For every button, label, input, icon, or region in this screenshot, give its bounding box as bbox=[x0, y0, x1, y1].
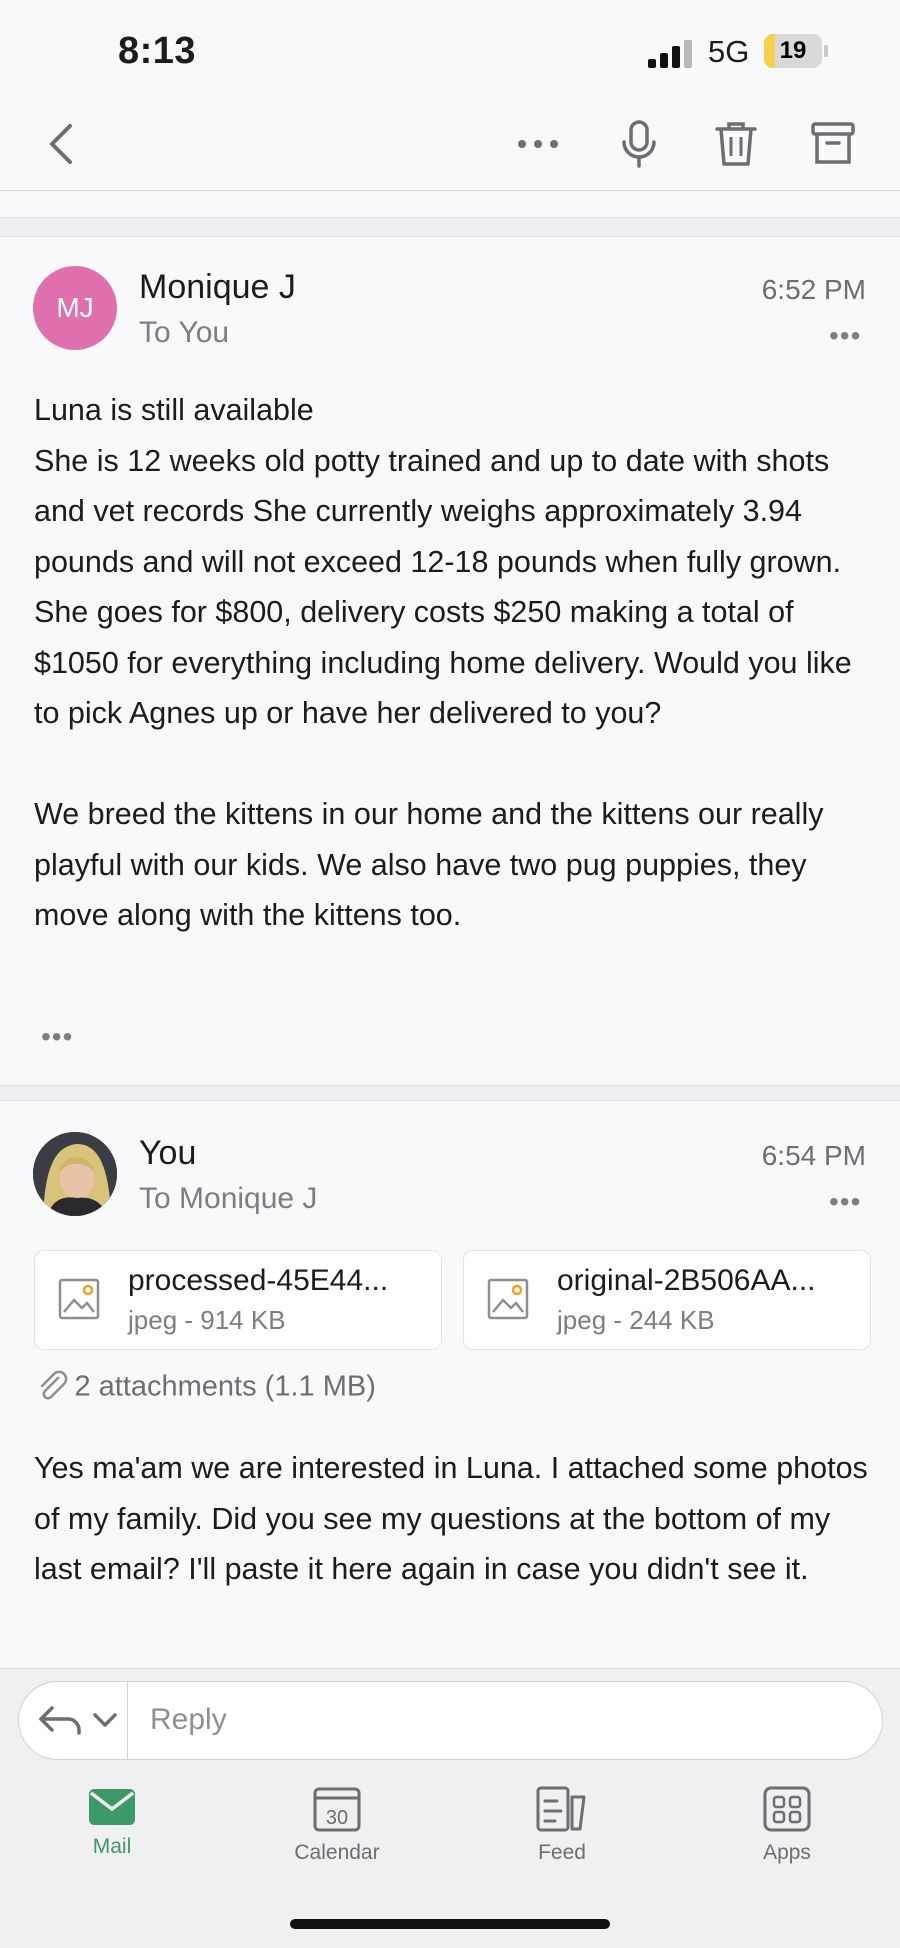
profile-photo-icon bbox=[33, 1132, 117, 1216]
back-chevron-icon[interactable] bbox=[38, 118, 86, 170]
attachment-meta: jpeg - 244 KB bbox=[557, 1305, 715, 1335]
attachment-card[interactable]: original-2B506AA... jpeg - 244 KB bbox=[463, 1250, 871, 1350]
cellular-signal-icon bbox=[648, 40, 692, 68]
recipient-line: To Monique J bbox=[139, 1182, 318, 1215]
header-divider bbox=[0, 190, 900, 191]
home-indicator bbox=[290, 1919, 610, 1929]
tab-mail[interactable]: Mail bbox=[32, 1785, 192, 1859]
message-more-button[interactable]: ••• bbox=[829, 320, 861, 352]
more-icon[interactable] bbox=[514, 118, 562, 170]
trash-icon[interactable] bbox=[712, 118, 760, 170]
attachment-meta: jpeg - 914 KB bbox=[128, 1305, 286, 1335]
sender-name: You bbox=[139, 1134, 197, 1172]
message-more-button[interactable]: ••• bbox=[829, 1186, 861, 1218]
image-file-icon bbox=[487, 1278, 529, 1320]
sender-name: Monique J bbox=[139, 268, 296, 306]
image-file-icon bbox=[58, 1278, 100, 1320]
avatar[interactable] bbox=[33, 1132, 117, 1216]
reply-divider bbox=[127, 1681, 128, 1760]
chevron-down-icon[interactable] bbox=[92, 1710, 118, 1730]
paperclip-icon bbox=[40, 1370, 68, 1400]
message-separator bbox=[0, 217, 900, 237]
battery-icon: 19 bbox=[764, 34, 828, 70]
message-time: 6:54 PM bbox=[761, 1140, 866, 1171]
apps-icon bbox=[763, 1786, 811, 1832]
microphone-icon[interactable] bbox=[615, 118, 663, 170]
archive-icon[interactable] bbox=[809, 118, 857, 170]
tab-label: Calendar bbox=[294, 1841, 380, 1864]
tab-label: Mail bbox=[92, 1835, 132, 1858]
network-type: 5G bbox=[708, 34, 750, 69]
tab-label: Apps bbox=[763, 1841, 811, 1864]
calendar-icon: 30 bbox=[313, 1787, 361, 1832]
feed-icon bbox=[536, 1786, 586, 1832]
message-time: 6:52 PM bbox=[761, 274, 866, 305]
avatar[interactable]: MJ bbox=[33, 266, 117, 350]
message-separator bbox=[0, 1085, 900, 1101]
status-time: 8:13 bbox=[118, 30, 197, 72]
tab-apps[interactable]: Apps bbox=[707, 1785, 867, 1865]
attachment-name: original-2B506AA... bbox=[557, 1264, 816, 1297]
reply-field[interactable] bbox=[18, 1681, 883, 1760]
message-body: Yes ma'am we are interested in Luna. I a… bbox=[34, 1451, 868, 1586]
mail-icon bbox=[89, 1789, 135, 1825]
show-quoted-text-button[interactable]: ••• bbox=[41, 1021, 73, 1053]
attachments-summary-text: 2 attachments (1.1 MB) bbox=[74, 1370, 376, 1403]
reply-placeholder[interactable]: Reply bbox=[150, 1703, 227, 1737]
tab-calendar[interactable]: 30 Calendar bbox=[257, 1785, 417, 1865]
tab-feed[interactable]: Feed bbox=[482, 1785, 642, 1865]
reply-arrow-icon[interactable] bbox=[36, 1702, 84, 1738]
attachments-summary[interactable]: 2 attachments (1.1 MB) bbox=[36, 1370, 376, 1410]
battery-level: 19 bbox=[779, 37, 807, 64]
calendar-day: 30 bbox=[326, 1807, 348, 1829]
attachment-name: processed-45E44... bbox=[128, 1264, 389, 1297]
attachment-card[interactable]: processed-45E44... jpeg - 914 KB bbox=[34, 1250, 442, 1350]
recipient-line: To You bbox=[139, 316, 230, 349]
tab-label: Feed bbox=[538, 1841, 586, 1864]
message-body: Luna is still available She is 12 weeks … bbox=[34, 393, 852, 932]
